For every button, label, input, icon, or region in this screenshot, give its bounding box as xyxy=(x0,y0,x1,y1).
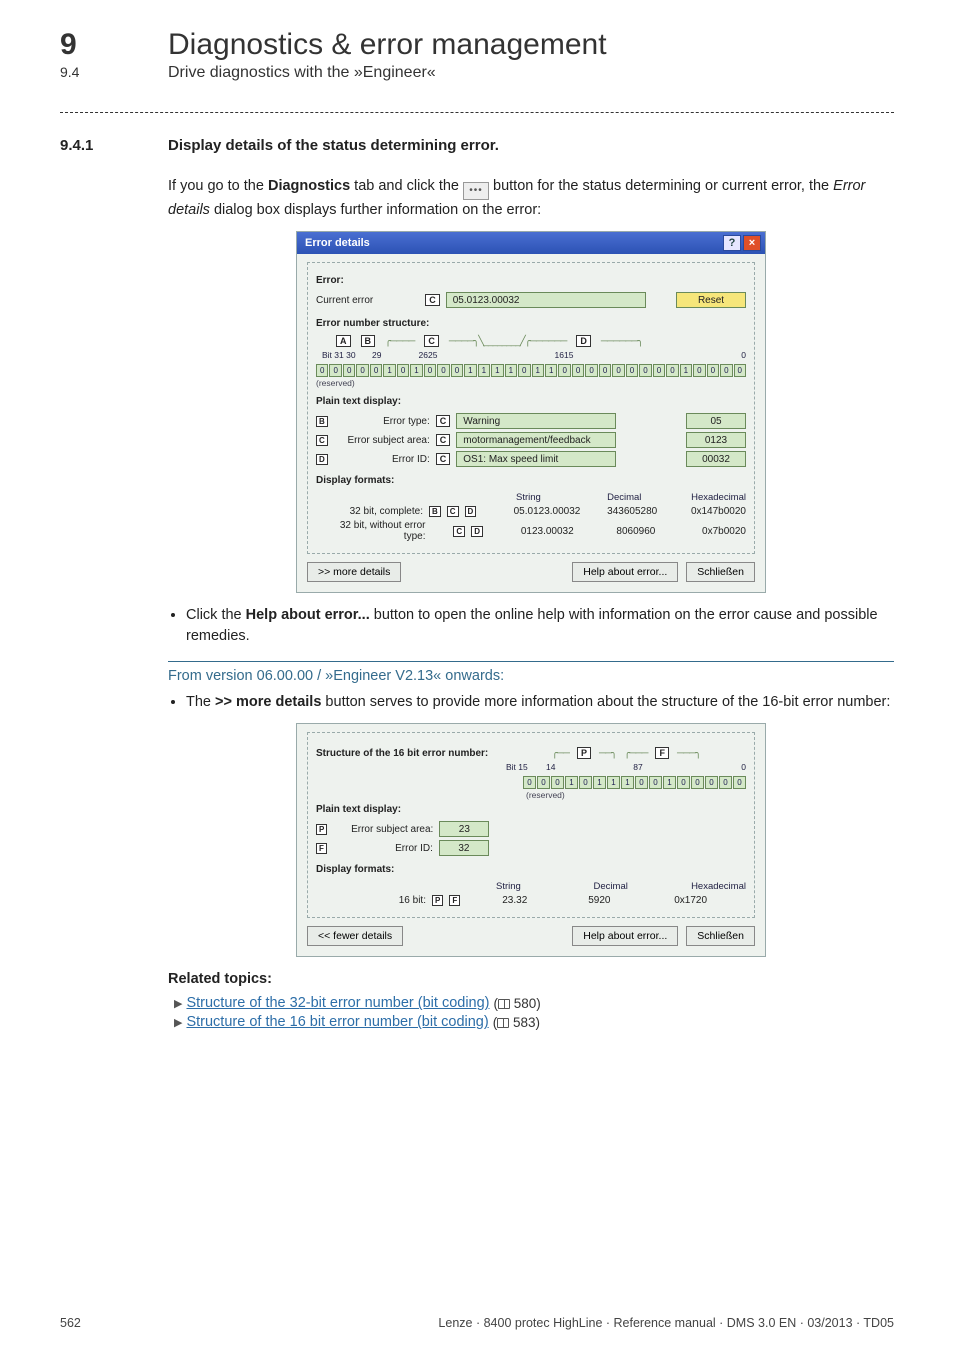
tag-c: C xyxy=(424,335,439,347)
dialog-title: Error details xyxy=(305,237,370,249)
close-button-2[interactable]: Schließen xyxy=(686,926,755,946)
book-icon xyxy=(497,1018,509,1028)
structure-title: Error number structure: xyxy=(316,318,746,329)
fewer-details-button[interactable]: << fewer details xyxy=(307,926,403,946)
error-type-value: Warning xyxy=(456,413,616,429)
subsection-title: Display details of the status determinin… xyxy=(168,137,499,154)
current-error-label: Current error xyxy=(316,295,373,306)
error-details-dialog: Error details ? × Error: Current error C… xyxy=(296,231,766,593)
subject16-label: Error subject area: xyxy=(333,824,433,835)
error-details-expanded: Structure of the 16 bit error number: ╭─… xyxy=(296,723,766,957)
related-link-2[interactable]: Structure of the 16 bit error number (bi… xyxy=(186,1014,488,1030)
divider xyxy=(60,112,894,113)
help-about-error-button[interactable]: Help about error... xyxy=(572,562,678,582)
reset-button[interactable]: Reset xyxy=(676,292,746,308)
version-note: From version 06.00.00 / »Engineer V2.13«… xyxy=(168,668,894,684)
related-link-1[interactable]: Structure of the 32-bit error number (bi… xyxy=(186,995,489,1011)
plaintext16-title: Plain text display: xyxy=(316,804,746,815)
note-rule xyxy=(168,661,894,662)
error-type-code: 05 xyxy=(686,413,746,429)
chapter-title: Diagnostics & error management xyxy=(168,28,607,62)
arrow-icon: ▶ xyxy=(174,1016,182,1029)
display-formats-title: Display formats: xyxy=(316,475,746,486)
current-error-value: 05.0123.00032 xyxy=(446,292,646,308)
help-about-error-button-2[interactable]: Help about error... xyxy=(572,926,678,946)
error-subject-label: Error subject area: xyxy=(334,435,430,446)
format16-label: 16 bit: xyxy=(316,895,426,906)
plaintext-title: Plain text display: xyxy=(316,396,746,407)
ellipsis-button[interactable]: ••• xyxy=(463,182,489,200)
error-group-label: Error: xyxy=(316,275,746,286)
dialog-titlebar: Error details ? × xyxy=(297,232,765,254)
arrow-icon: ▶ xyxy=(174,997,182,1010)
errorid16-value: 32 xyxy=(439,840,489,856)
error-id-label: Error ID: xyxy=(334,454,430,465)
window-help-button[interactable]: ? xyxy=(723,235,741,251)
structure16-title: Structure of the 16 bit error number: xyxy=(316,748,500,759)
error-subject-code: 0123 xyxy=(686,432,746,448)
tag-c: C xyxy=(425,294,440,306)
tag-a: A xyxy=(336,335,351,347)
section-title: Drive diagnostics with the »Engineer« xyxy=(168,64,436,82)
close-button[interactable]: Schließen xyxy=(686,562,755,582)
section-number: 9.4 xyxy=(60,64,140,80)
bullet-more-details: The >> more details button serves to pro… xyxy=(186,692,894,713)
format-row2-label: 32 bit, without error type: xyxy=(316,520,425,542)
book-icon xyxy=(498,999,510,1009)
tag-d: D xyxy=(576,335,591,347)
error-id-value: OS1: Max speed limit xyxy=(456,451,616,467)
window-close-button[interactable]: × xyxy=(743,235,761,251)
tag-b: B xyxy=(361,335,376,347)
subsection-number: 9.4.1 xyxy=(60,137,140,154)
more-details-button[interactable]: >> more details xyxy=(307,562,401,582)
footer-text: Lenze · 8400 protec HighLine · Reference… xyxy=(438,1316,894,1330)
reserved-label: (reserved) xyxy=(316,378,746,388)
related-topics-title: Related topics: xyxy=(168,971,894,987)
chapter-number: 9 xyxy=(60,28,140,62)
error-type-label: Error type: xyxy=(334,416,430,427)
error-subject-value: motormanagement/feedback xyxy=(456,432,616,448)
intro-paragraph: If you go to the Diagnostics tab and cli… xyxy=(168,176,894,221)
bit-grid-16: 0001011100100000 xyxy=(506,776,746,789)
display16-title: Display formats: xyxy=(316,864,746,875)
format-row1-label: 32 bit, complete: xyxy=(316,506,423,517)
errorid16-label: Error ID: xyxy=(333,843,433,854)
subject16-value: 23 xyxy=(439,821,489,837)
error-id-code: 00032 xyxy=(686,451,746,467)
bullet-help: Click the Help about error... button to … xyxy=(186,605,894,647)
page-number: 562 xyxy=(60,1316,81,1330)
bit-grid-32: 00000101000111101100000000010000 xyxy=(316,364,746,377)
